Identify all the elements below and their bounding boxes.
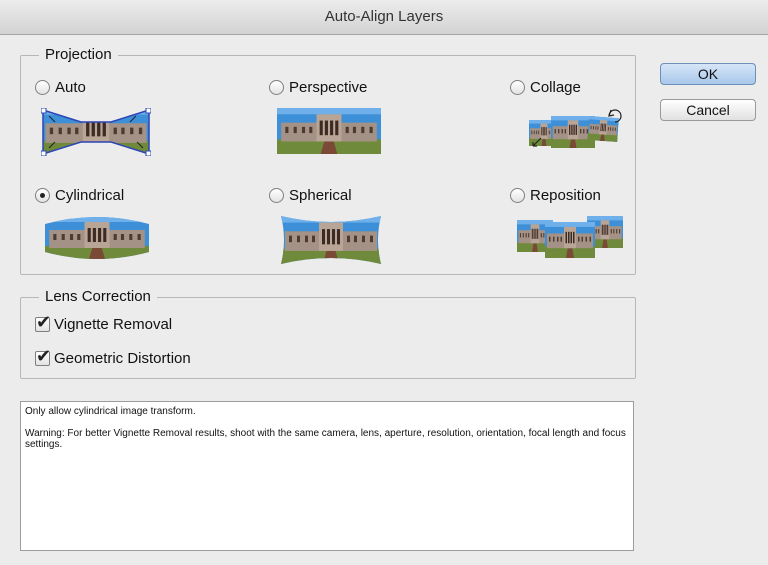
checkbox-label: Geometric Distortion <box>54 350 191 367</box>
perspective-preview-image <box>277 108 381 154</box>
radio-label: Perspective <box>289 79 368 96</box>
geometric-distortion-option[interactable]: ✔ Geometric Distortion <box>35 347 191 367</box>
radio-reposition[interactable]: Reposition <box>510 187 601 204</box>
spherical-preview-image <box>281 216 381 264</box>
geometric-distortion-checkbox[interactable]: ✔ <box>35 347 51 366</box>
radio-label: Cylindrical <box>55 187 125 204</box>
description-box: Only allow cylindrical image transform. … <box>20 401 634 551</box>
warning-text: Warning: For better Vignette Removal res… <box>25 428 626 450</box>
radio-spherical[interactable]: Spherical <box>269 187 352 204</box>
description-text: Only allow cylindrical image transform. <box>25 406 196 417</box>
radio-perspective[interactable]: Perspective <box>269 79 367 96</box>
radio-label: Collage <box>530 79 581 96</box>
radio-button[interactable] <box>510 188 525 203</box>
radio-cylindrical[interactable]: Cylindrical <box>35 187 124 204</box>
window-title: Auto-Align Layers <box>0 0 768 35</box>
radio-button[interactable] <box>35 80 50 95</box>
vignette-removal-checkbox[interactable]: ✔ <box>35 313 51 332</box>
radio-button[interactable] <box>269 80 284 95</box>
radio-label: Reposition <box>530 187 601 204</box>
radio-button[interactable] <box>510 80 525 95</box>
collage-preview-image <box>529 109 622 148</box>
checkmark-icon: ✔ <box>36 312 52 332</box>
radio-label: Auto <box>55 79 86 96</box>
vignette-removal-option[interactable]: ✔ Vignette Removal <box>35 313 173 333</box>
lens-correction-label: Lens Correction <box>39 288 157 306</box>
reposition-preview-image <box>517 216 623 258</box>
cancel-button[interactable]: Cancel <box>660 99 756 121</box>
radio-button[interactable] <box>269 188 284 203</box>
radio-auto[interactable]: Auto <box>35 79 86 96</box>
cylindrical-preview-image <box>45 217 149 259</box>
ok-button[interactable]: OK <box>660 63 756 85</box>
radio-label: Spherical <box>289 187 352 204</box>
radio-collage[interactable]: Collage <box>510 79 581 96</box>
auto-preview-image <box>41 108 151 156</box>
projection-label: Projection <box>39 46 118 64</box>
projection-group: Projection Auto Perspective Collage Cyli… <box>20 46 636 275</box>
radio-button-selected[interactable] <box>35 188 50 203</box>
checkmark-icon: ✔ <box>36 346 52 366</box>
lens-correction-group: Lens Correction ✔ Vignette Removal ✔ Geo… <box>20 288 636 379</box>
checkbox-label: Vignette Removal <box>54 316 173 333</box>
dialog-body: Projection Auto Perspective Collage Cyli… <box>0 35 768 565</box>
